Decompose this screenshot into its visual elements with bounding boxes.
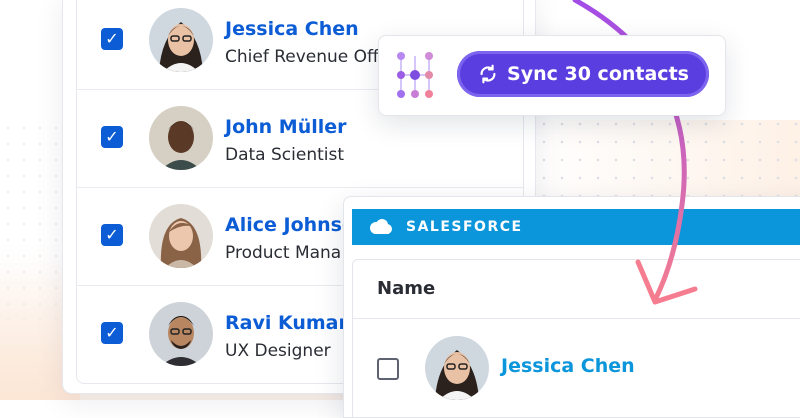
- sync-contacts-button[interactable]: Sync 30 contacts: [457, 51, 709, 97]
- background-dots-right: [535, 115, 800, 200]
- contact-name: Jessica Chen: [225, 18, 359, 40]
- avatar: [149, 204, 213, 268]
- salesforce-contact-name[interactable]: Jessica Chen: [501, 355, 635, 377]
- sync-button-label: Sync 30 contacts: [507, 63, 689, 85]
- avatar: [425, 336, 489, 400]
- table-divider: [353, 318, 800, 319]
- contact-title: Product Mana: [225, 243, 342, 263]
- row-checkbox[interactable]: [377, 358, 399, 380]
- avatar: [149, 302, 213, 366]
- salesforce-brand-label: SALESFORCE: [406, 219, 523, 235]
- contact-title: Chief Revenue Offi: [225, 47, 384, 67]
- salesforce-panel: SALESFORCE Name Jessica Chen: [343, 196, 800, 418]
- sync-widget: Sync 30 contacts: [378, 35, 726, 116]
- contact-checkbox[interactable]: ✓: [101, 126, 123, 148]
- avatar: [149, 8, 213, 72]
- salesforce-table: Name Jessica Chen: [352, 259, 800, 417]
- avatar: [149, 106, 213, 170]
- salesforce-header: SALESFORCE: [352, 209, 800, 245]
- contact-checkbox[interactable]: ✓: [101, 224, 123, 246]
- contact-title: Data Scientist: [225, 145, 344, 165]
- app-logo-icon: [397, 52, 433, 98]
- contact-checkbox[interactable]: ✓: [101, 28, 123, 50]
- contact-name: Ravi Kumar: [225, 312, 348, 334]
- contact-checkbox[interactable]: ✓: [101, 322, 123, 344]
- contact-name: Alice Johnso: [225, 214, 356, 236]
- column-header-name[interactable]: Name: [377, 278, 435, 299]
- sync-icon: [480, 64, 496, 84]
- contact-title: UX Designer: [225, 341, 331, 361]
- salesforce-cloud-icon: [370, 219, 392, 234]
- contact-name: John Müller: [225, 116, 347, 138]
